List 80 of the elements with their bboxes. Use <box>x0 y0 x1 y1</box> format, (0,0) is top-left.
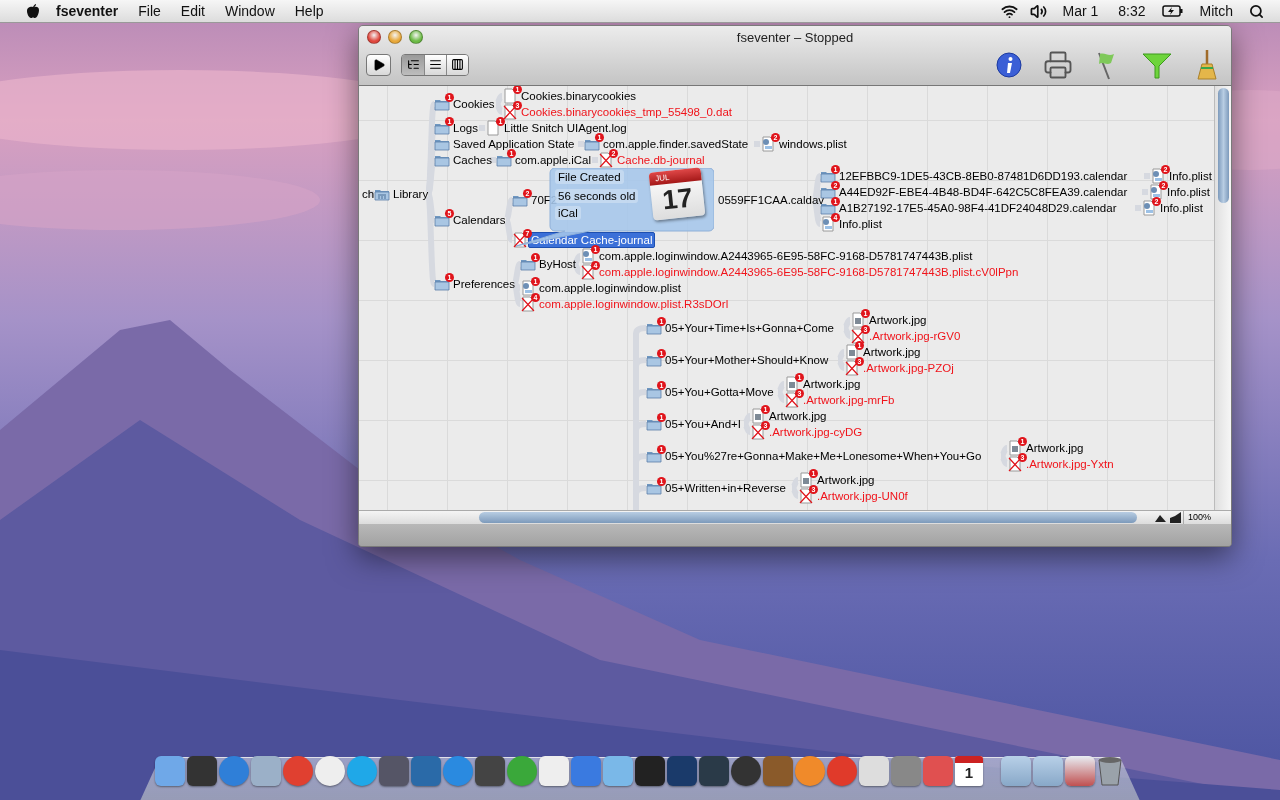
connector <box>790 485 800 499</box>
app-icon[interactable] <box>187 756 217 786</box>
play-button[interactable] <box>366 53 391 76</box>
crossed-document-icon <box>844 360 860 376</box>
node-label[interactable]: Library <box>390 186 432 202</box>
print-button[interactable] <box>1043 49 1073 80</box>
crossed-document-icon <box>580 264 596 280</box>
tooltip-text: File Created <box>555 170 624 184</box>
connector <box>742 421 752 435</box>
view-mode-control[interactable] <box>401 53 469 76</box>
document-icon <box>485 120 501 136</box>
calendar-icon[interactable]: 1 <box>955 756 983 786</box>
app-icon[interactable] <box>699 756 729 786</box>
crossed-document-icon <box>1007 456 1023 472</box>
zoom-button[interactable] <box>409 30 423 44</box>
window-title: fseventer – Stopped <box>736 29 854 45</box>
app-icon[interactable] <box>635 756 665 786</box>
scrollbar-thumb[interactable] <box>1217 88 1229 203</box>
document-icon <box>502 88 518 104</box>
node-label[interactable]: Saved Application State <box>450 136 578 152</box>
connector <box>503 198 515 222</box>
gear-document-icon <box>760 136 776 152</box>
crossed-document-icon <box>784 392 800 408</box>
play-icon <box>371 57 386 72</box>
volume-icon[interactable] <box>1029 2 1047 20</box>
image-document-icon <box>850 312 866 328</box>
node-label[interactable]: 0559FF1CAA.caldav <box>718 194 825 206</box>
stack-icon[interactable] <box>1065 756 1095 786</box>
menu-item[interactable]: Help <box>284 3 334 19</box>
scrollbar-thumb[interactable] <box>479 512 1137 523</box>
list-view-button[interactable] <box>424 54 446 75</box>
connector <box>578 141 584 147</box>
crossed-document-icon <box>520 296 536 312</box>
folder-icon[interactable] <box>1001 756 1031 786</box>
crossed-document-icon <box>598 152 614 168</box>
menu-date[interactable]: Mar 1 <box>1052 3 1109 19</box>
columns-icon <box>451 58 464 71</box>
image-document-icon <box>798 472 814 488</box>
tree-icon <box>406 58 420 71</box>
image-document-icon <box>1007 440 1023 456</box>
menu-clock[interactable]: 8:32 <box>1108 3 1156 19</box>
folder-icon[interactable] <box>1033 756 1063 786</box>
app-icon[interactable] <box>539 756 569 786</box>
image-document-icon <box>750 408 766 424</box>
connector <box>776 389 786 403</box>
battery-icon[interactable] <box>1161 5 1184 17</box>
search-icon[interactable] <box>1249 3 1264 19</box>
connector <box>494 101 504 115</box>
menu-item[interactable]: Edit <box>170 3 215 19</box>
app-icon[interactable] <box>667 756 697 786</box>
gear-document-icon <box>1141 200 1157 216</box>
gear-document-icon <box>1148 184 1164 200</box>
gear-document-icon <box>820 216 836 232</box>
apple-logo-icon[interactable] <box>26 3 40 19</box>
tooltip-text: iCal <box>555 206 581 220</box>
node-label[interactable]: ch <box>359 186 378 202</box>
tree-view-button[interactable] <box>402 54 424 75</box>
minimize-button[interactable] <box>388 30 402 44</box>
menu-item[interactable]: Window <box>214 3 285 19</box>
app-menu[interactable]: fseventer <box>46 3 129 19</box>
connector <box>842 325 852 339</box>
user-menu[interactable]: Mitch <box>1189 3 1243 19</box>
image-document-icon <box>844 344 860 360</box>
gear-document-icon <box>520 280 536 296</box>
crossed-document-icon <box>850 328 866 344</box>
connector <box>503 218 515 242</box>
trash-icon[interactable] <box>1097 756 1123 786</box>
crossed-document-icon <box>798 488 814 504</box>
crossed-document-icon <box>750 424 766 440</box>
menu-item[interactable]: File <box>128 3 171 19</box>
node-label[interactable]: Caches <box>450 152 495 168</box>
gear-document-icon <box>580 248 596 264</box>
image-document-icon <box>784 376 800 392</box>
gear-document-icon <box>1150 168 1166 184</box>
connector <box>999 453 1009 467</box>
crossed-document-icon <box>502 104 518 120</box>
column-view-button[interactable] <box>446 54 468 75</box>
list-icon <box>429 58 442 71</box>
close-button[interactable] <box>367 30 381 44</box>
tooltip-text: 56 seconds old <box>555 189 639 203</box>
